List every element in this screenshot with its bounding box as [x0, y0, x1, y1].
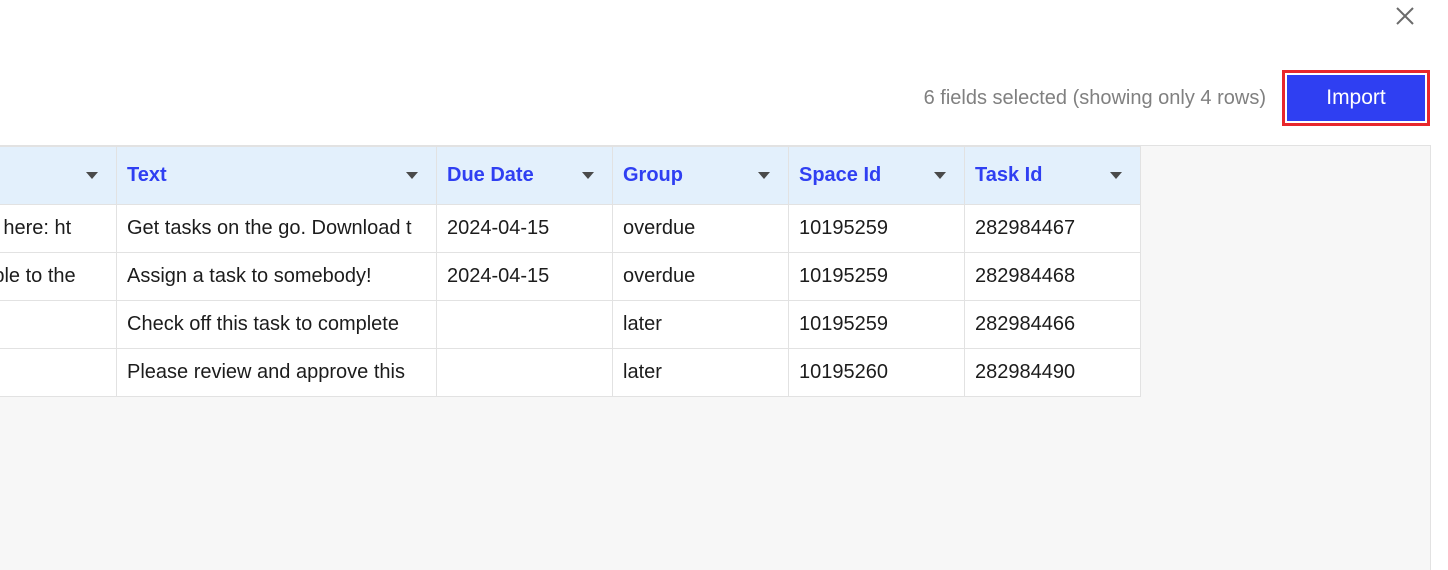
table-cell — [0, 300, 117, 349]
table-cell: 282984468 — [964, 252, 1141, 301]
caret-down-icon[interactable] — [406, 172, 418, 179]
column-header-text[interactable]: Text — [116, 146, 437, 205]
table-cell: 10195259 — [788, 300, 965, 349]
table-row: people to the Assign a task to somebody!… — [0, 252, 1141, 301]
column-header[interactable] — [0, 146, 117, 205]
column-header-label: Task Id — [975, 164, 1043, 186]
import-toolbar: 6 fields selected (showing only 4 rows) … — [924, 70, 1430, 126]
column-header-space-id[interactable]: Space Id — [788, 146, 965, 205]
table-cell: Please review and approve this — [116, 348, 437, 397]
table-cell: 282984467 — [964, 204, 1141, 253]
table-cell: 10195260 — [788, 348, 965, 397]
table-cell: later — [612, 300, 789, 349]
preview-grid-area[interactable]: Text Due Date Group Space Id Task Id her… — [0, 145, 1431, 570]
table-row: able here: ht Get tasks on the go. Downl… — [0, 204, 1141, 253]
table-cell: Assign a task to somebody! — [116, 252, 437, 301]
column-header-label: Due Date — [447, 164, 534, 186]
table-cell: later — [612, 348, 789, 397]
table-cell — [436, 300, 613, 349]
table-cell — [0, 348, 117, 397]
column-header-due-date[interactable]: Due Date — [436, 146, 613, 205]
column-header-label: Group — [623, 164, 683, 186]
preview-table: Text Due Date Group Space Id Task Id her… — [0, 146, 1141, 397]
table-cell: 282984490 — [964, 348, 1141, 397]
close-icon — [1396, 7, 1414, 25]
column-header-group[interactable]: Group — [612, 146, 789, 205]
table-cell: 2024-04-15 — [436, 252, 613, 301]
table-cell: able here: ht — [0, 204, 117, 253]
table-cell: Get tasks on the go. Download t — [116, 204, 437, 253]
table-cell: 10195259 — [788, 252, 965, 301]
import-button[interactable]: Import — [1282, 70, 1430, 126]
table-cell: 2024-04-15 — [436, 204, 613, 253]
table-cell: 282984466 — [964, 300, 1141, 349]
column-header-label: Space Id — [799, 164, 882, 186]
table-cell: people to the — [0, 252, 117, 301]
selection-info: 6 fields selected (showing only 4 rows) — [923, 86, 1266, 109]
table-row: Check off this task to complete later 10… — [0, 300, 1141, 349]
column-header-label: Text — [127, 164, 167, 186]
caret-down-icon[interactable] — [582, 172, 594, 179]
caret-down-icon[interactable] — [1110, 172, 1122, 179]
import-preview-dialog: 6 fields selected (showing only 4 rows) … — [0, 0, 1448, 570]
table-cell: Check off this task to complete — [116, 300, 437, 349]
caret-down-icon[interactable] — [934, 172, 946, 179]
column-header-task-id[interactable]: Task Id — [964, 146, 1141, 205]
table-cell: overdue — [612, 252, 789, 301]
table-row: Please review and approve this later 101… — [0, 348, 1141, 397]
table-header-row: Text Due Date Group Space Id Task Id — [0, 146, 1141, 205]
caret-down-icon[interactable] — [758, 172, 770, 179]
table-cell: overdue — [612, 204, 789, 253]
caret-down-icon[interactable] — [86, 172, 98, 179]
table-cell — [436, 348, 613, 397]
close-button[interactable] — [1390, 4, 1420, 28]
table-cell: 10195259 — [788, 204, 965, 253]
